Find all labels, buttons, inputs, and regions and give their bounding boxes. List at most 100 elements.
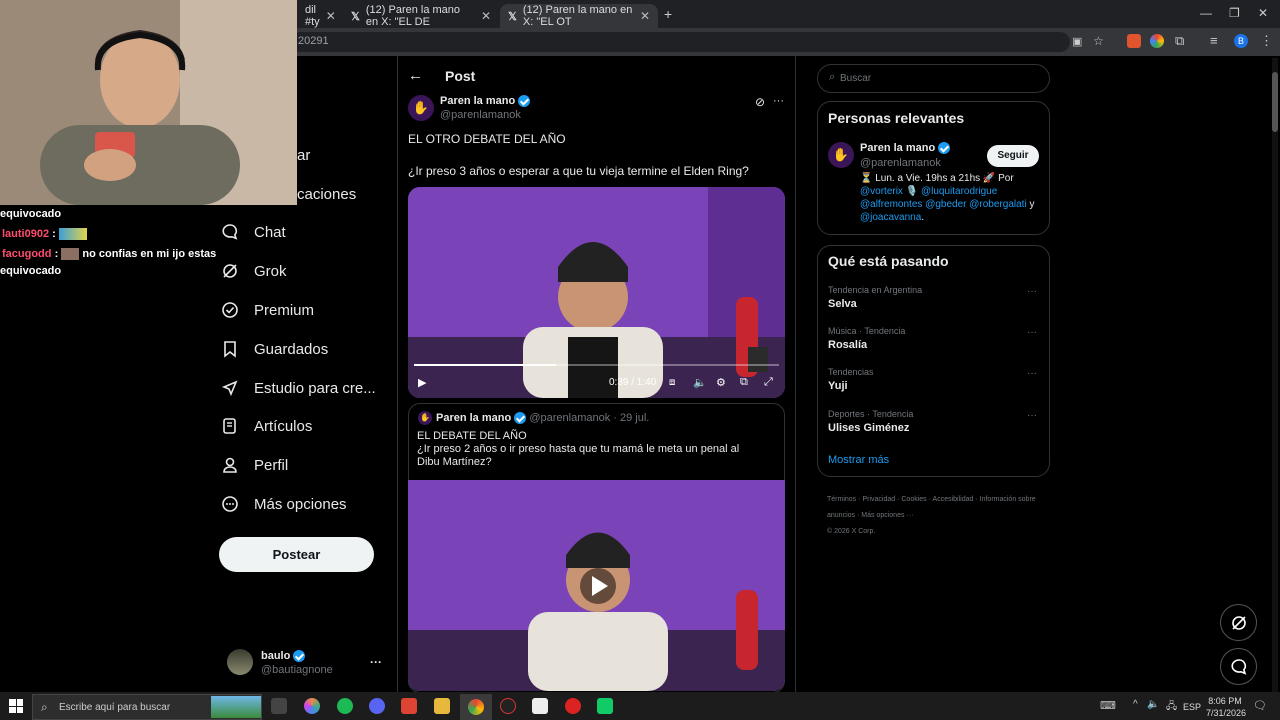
chat-username: lauti0902 bbox=[2, 228, 50, 240]
nav-item-creator-studio[interactable]: Estudio para cre... bbox=[220, 370, 376, 406]
restore-button[interactable]: ❐ bbox=[1229, 6, 1240, 20]
show-more-link[interactable]: Mostrar más bbox=[828, 454, 889, 466]
back-arrow-icon[interactable]: ← bbox=[408, 67, 423, 84]
footer-link-more[interactable]: Más opciones ··· bbox=[861, 512, 913, 519]
messages-floating-button[interactable] bbox=[1220, 648, 1257, 685]
nav-item-more[interactable]: Más opciones bbox=[220, 486, 347, 522]
nav-item-chat[interactable]: Chat bbox=[220, 214, 286, 250]
tray-chevron-icon[interactable]: ^ bbox=[1133, 699, 1138, 710]
trend-more-icon[interactable]: ··· bbox=[1027, 410, 1037, 421]
close-tab-icon[interactable]: ✕ bbox=[326, 9, 336, 23]
footer-link-accessibility[interactable]: Accesibilidad bbox=[933, 496, 974, 503]
relevant-handle: @parenlamanok bbox=[860, 157, 941, 169]
account-more-icon[interactable]: ··· bbox=[370, 655, 382, 669]
play-icon[interactable]: ▶ bbox=[418, 376, 426, 389]
quoted-author-name: Paren la mano bbox=[436, 412, 512, 424]
minimize-button[interactable]: — bbox=[1200, 6, 1212, 20]
close-tab-icon[interactable]: ✕ bbox=[481, 9, 491, 23]
quoted-video[interactable] bbox=[408, 480, 785, 691]
page-scrollbar[interactable] bbox=[1272, 58, 1278, 692]
url-field[interactable]: 20291 bbox=[290, 32, 1070, 52]
taskbar-clock[interactable]: 8:06 PM 7/31/2026 bbox=[1206, 696, 1246, 718]
trend-more-icon[interactable]: ··· bbox=[1027, 286, 1037, 297]
trend-item[interactable]: Tendencias Yuji bbox=[828, 367, 874, 392]
video-player[interactable]: ▶ 0:39 / 1:40 ⧈ 🔈 ⚙ ⧉ ⤢ bbox=[408, 187, 785, 398]
browser-tab[interactable]: 𝕏 (12) Paren la mano en X: "EL DE ✕ bbox=[343, 4, 499, 28]
task-view-icon[interactable] bbox=[271, 698, 287, 714]
quoted-video-frame-image bbox=[408, 480, 785, 691]
settings-gear-icon[interactable]: ⚙ bbox=[716, 376, 726, 389]
account-avatar[interactable] bbox=[227, 649, 253, 675]
nav-item-profile[interactable]: Perfil bbox=[220, 447, 288, 483]
picture-in-picture-icon[interactable]: ⧉ bbox=[740, 376, 748, 389]
close-window-button[interactable]: ✕ bbox=[1258, 6, 1268, 20]
taskbar-active-chrome[interactable] bbox=[460, 694, 492, 720]
kick-icon[interactable] bbox=[597, 698, 613, 714]
footer-link-terms[interactable]: Términos bbox=[827, 496, 856, 503]
opera-icon[interactable] bbox=[565, 698, 581, 714]
relevant-avatar[interactable]: ✋ bbox=[828, 142, 854, 168]
taskbar-search-input[interactable]: ⌕ Escribe aquí para buscar bbox=[32, 694, 262, 720]
scrollbar-thumb[interactable] bbox=[1272, 72, 1278, 132]
account-switcher[interactable]: baulo bbox=[261, 650, 306, 663]
bio-mention-link[interactable]: @robergalati bbox=[969, 199, 1026, 210]
search-input[interactable]: ⌕ Buscar bbox=[817, 64, 1050, 93]
video-progress-track[interactable] bbox=[414, 364, 779, 366]
trend-item[interactable]: Música · Tendencia Rosalía bbox=[828, 326, 905, 351]
notification-icon[interactable]: 🗨 bbox=[1253, 699, 1267, 712]
app-icon[interactable] bbox=[401, 698, 417, 714]
extensions-puzzle-icon[interactable]: ⧉ bbox=[1175, 33, 1184, 49]
grok-explain-icon[interactable]: ⊘ bbox=[755, 95, 765, 109]
relevant-name-row[interactable]: Paren la mano bbox=[860, 142, 951, 155]
trend-item[interactable]: Tendencia en Argentina Selva bbox=[828, 285, 922, 310]
nav-partial-label[interactable]: ar bbox=[297, 147, 310, 164]
bio-mention-link[interactable]: @gbeder bbox=[925, 199, 966, 210]
nav-item-grok[interactable]: Grok bbox=[220, 253, 287, 289]
app-icon[interactable] bbox=[500, 698, 516, 714]
trend-more-icon[interactable]: ··· bbox=[1027, 368, 1037, 379]
cast-icon[interactable]: ▣ bbox=[1072, 35, 1082, 48]
author-name-row[interactable]: Paren la mano bbox=[440, 95, 531, 108]
bio-mention-link[interactable]: 🎙️ @luquitarodrigue bbox=[906, 186, 998, 197]
file-explorer-icon[interactable] bbox=[434, 698, 450, 714]
bio-mention-link[interactable]: @joacavanna bbox=[860, 212, 921, 223]
nav-item-articles[interactable]: Artículos bbox=[220, 408, 312, 444]
extension-icon[interactable] bbox=[1127, 34, 1141, 48]
footer-link-privacy[interactable]: Privacidad bbox=[862, 496, 895, 503]
close-tab-icon[interactable]: ✕ bbox=[640, 9, 650, 23]
footer-link-cookies[interactable]: Cookies bbox=[901, 496, 926, 503]
extension-icon[interactable] bbox=[1150, 34, 1164, 48]
grok-floating-button[interactable] bbox=[1220, 604, 1257, 641]
trend-more-icon[interactable]: ··· bbox=[1027, 327, 1037, 338]
volume-icon[interactable]: 🔈 bbox=[693, 376, 707, 389]
fullscreen-icon[interactable]: ⤢ bbox=[764, 376, 773, 389]
browser-tab[interactable]: dil #ty ✕ bbox=[297, 4, 341, 28]
captions-icon[interactable]: ⧈ bbox=[669, 377, 675, 388]
start-windows-icon[interactable] bbox=[9, 699, 23, 713]
post-more-icon[interactable]: ··· bbox=[773, 95, 784, 107]
follow-button[interactable]: Seguir bbox=[987, 145, 1039, 167]
nav-item-bookmarks[interactable]: Guardados bbox=[220, 331, 328, 367]
new-tab-button[interactable]: + bbox=[664, 6, 672, 22]
trend-item[interactable]: Deportes · Tendencia Ulises Giménez bbox=[828, 409, 913, 434]
language-indicator[interactable]: ESP bbox=[1183, 702, 1201, 712]
volume-icon[interactable]: 🔈 bbox=[1147, 699, 1159, 710]
app-icon[interactable] bbox=[532, 698, 548, 714]
spotify-icon[interactable] bbox=[337, 698, 353, 714]
post-button[interactable]: Postear bbox=[219, 537, 374, 572]
bio-mention-link[interactable]: @alfremontes bbox=[860, 199, 922, 210]
author-avatar[interactable]: ✋ bbox=[408, 95, 434, 121]
nav-item-premium[interactable]: Premium bbox=[220, 292, 314, 328]
trend-category: Tendencias bbox=[828, 367, 874, 377]
network-icon[interactable]: 🖧 bbox=[1166, 699, 1177, 716]
reading-list-icon[interactable]: ≡ bbox=[1210, 33, 1218, 48]
keyboard-icon[interactable]: ⌨ bbox=[1100, 699, 1116, 712]
profile-avatar-icon[interactable]: B bbox=[1234, 34, 1248, 48]
nav-partial-label[interactable]: caciones bbox=[297, 186, 356, 203]
discord-icon[interactable] bbox=[369, 698, 385, 714]
browser-tab-active[interactable]: 𝕏 (12) Paren la mano en X: "EL OT ✕ bbox=[500, 4, 658, 28]
bio-mention-link[interactable]: @vorterix bbox=[860, 186, 903, 197]
bookmark-star-icon[interactable]: ☆ bbox=[1093, 34, 1104, 48]
browser-menu-icon[interactable]: ⋮ bbox=[1260, 33, 1273, 49]
copilot-icon[interactable] bbox=[304, 698, 320, 714]
